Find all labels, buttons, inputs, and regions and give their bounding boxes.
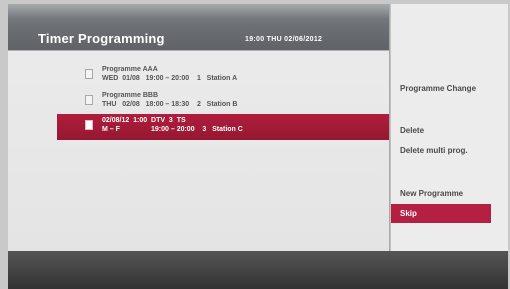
checkbox-icon[interactable]	[85, 95, 93, 105]
page-title: Timer Programming	[38, 31, 165, 46]
header-divider	[8, 50, 389, 51]
tv-screen: Timer Programming 19:00 THU 02/06/2012 P…	[8, 4, 508, 251]
programme-schedule: M – F 19:00 – 20:00 3 Station C	[102, 126, 243, 133]
delete-button[interactable]: Delete	[391, 121, 491, 140]
new-programme-button[interactable]: New Programme	[391, 184, 491, 203]
bottom-bar	[8, 251, 508, 289]
programme-item-aaa[interactable]: Programme AAA WED 01/08 19:00 – 20:00 1 …	[8, 63, 389, 89]
programme-change-button[interactable]: Programme Change	[391, 79, 491, 98]
menu-item-label: Skip	[400, 209, 417, 218]
menu-item-label: New Programme	[400, 189, 464, 198]
programme-item-selected[interactable]: 02/08/12 1:00 DTV 3 TS M – F 19:00 – 20:…	[57, 114, 389, 140]
checkbox-icon[interactable]	[85, 69, 93, 79]
menu-item-label: Delete	[400, 126, 425, 135]
header-bar: Timer Programming 19:00 THU 02/06/2012	[8, 4, 389, 50]
skip-button[interactable]: Skip	[391, 204, 491, 223]
programme-name: 02/08/12 1:00 DTV 3 TS	[102, 117, 186, 124]
current-datetime: 19:00 THU 02/06/2012	[245, 36, 323, 43]
programme-schedule: THU 02/08 18:00 – 18:30 2 Station B	[102, 101, 238, 108]
checkbox-icon[interactable]	[85, 120, 93, 130]
header-gloss	[8, 4, 389, 18]
programme-item-bbb[interactable]: Programme BBB THU 02/08 18:00 – 18:30 2 …	[8, 89, 389, 115]
delete-multi-button[interactable]: Delete multi prog.	[391, 141, 491, 160]
programme-name: Programme BBB	[102, 92, 159, 99]
menu-item-label: Delete multi prog.	[400, 146, 468, 155]
programme-schedule: WED 01/08 19:00 – 20:00 1 Station A	[102, 75, 238, 82]
menu-item-label: Programme Change	[400, 84, 477, 93]
options-menu: Programme Change Delete Delete multi pro…	[391, 4, 508, 251]
programme-list-panel: Timer Programming 19:00 THU 02/06/2012 P…	[8, 4, 389, 251]
programme-name: Programme AAA	[102, 66, 158, 73]
